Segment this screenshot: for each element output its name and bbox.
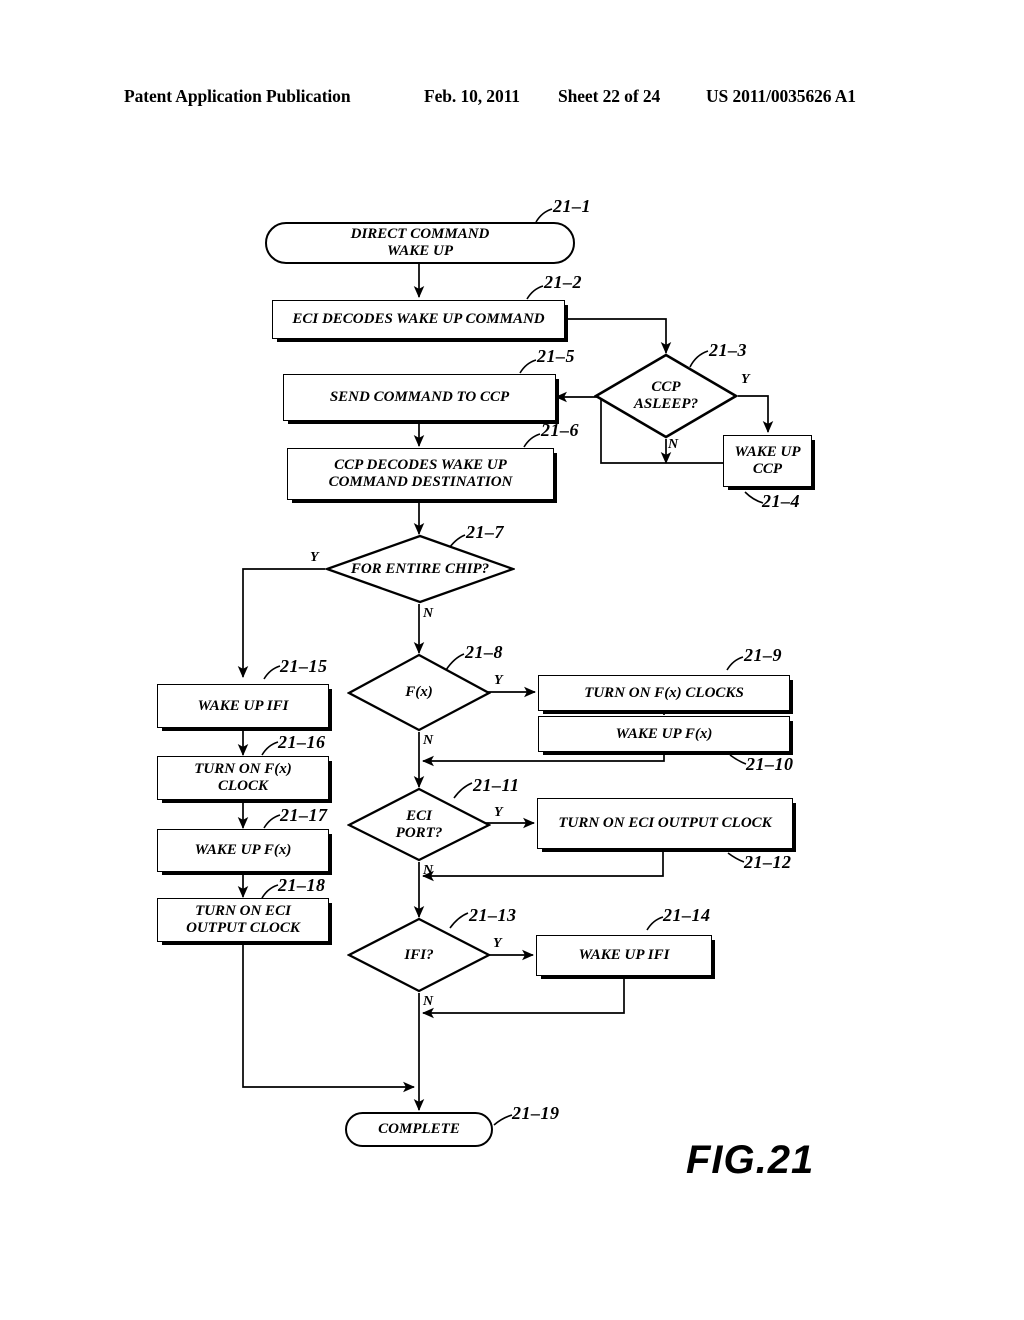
ref-callout-21-4: 21–4 bbox=[762, 491, 800, 511]
node-wake-up-ccp[interactable]: WAKE UP CCP bbox=[723, 435, 812, 487]
node-label: WAKE UP CCP bbox=[734, 444, 801, 477]
node-wake-up-ifi-right[interactable]: WAKE UP IFI bbox=[536, 935, 712, 976]
ref-callout-21-8: 21–8 bbox=[465, 642, 503, 662]
node-label: DIRECT COMMAND WAKE UP bbox=[350, 226, 490, 259]
node-label: WAKE UP F(x) bbox=[615, 725, 713, 742]
node-turn-on-eci-output-clock-right[interactable]: TURN ON ECI OUTPUT CLOCK bbox=[537, 798, 793, 849]
ref-callout-21-1: 21–1 bbox=[553, 196, 591, 216]
node-label: TURN ON F(x) CLOCKS bbox=[584, 684, 744, 701]
node-label: ECI DECODES WAKE UP COMMAND bbox=[292, 311, 545, 328]
node-for-entire-chip-decision[interactable]: FOR ENTIRE CHIP? bbox=[325, 534, 515, 604]
node-label: IFI? bbox=[404, 946, 434, 963]
node-wake-up-ifi-left[interactable]: WAKE UP IFI bbox=[157, 684, 329, 728]
node-eci-decodes-wake-up-command[interactable]: ECI DECODES WAKE UP COMMAND bbox=[272, 300, 565, 339]
node-ifi-decision[interactable]: IFI? bbox=[347, 917, 491, 993]
ref-callout-21-7: 21–7 bbox=[466, 522, 504, 542]
ref-callout-21-13: 21–13 bbox=[469, 905, 517, 925]
node-label: COMPLETE bbox=[378, 1121, 460, 1138]
node-direct-command-wake-up[interactable]: DIRECT COMMAND WAKE UP bbox=[265, 222, 575, 264]
ref-callout-21-5: 21–5 bbox=[537, 346, 575, 366]
node-eci-port-decision[interactable]: ECI PORT? bbox=[347, 787, 491, 862]
ref-callout-21-10: 21–10 bbox=[746, 754, 794, 774]
node-wake-up-fx-right[interactable]: WAKE UP F(x) bbox=[538, 716, 790, 752]
ref-callout-21-3: 21–3 bbox=[709, 340, 747, 360]
node-label: CCP ASLEEP? bbox=[633, 379, 699, 412]
branch-label-fx-no: N bbox=[423, 733, 434, 748]
node-label: WAKE UP IFI bbox=[197, 697, 289, 714]
ref-callout-21-15: 21–15 bbox=[280, 656, 328, 676]
node-complete[interactable]: COMPLETE bbox=[345, 1112, 493, 1147]
branch-label-ccp-asleep-yes: Y bbox=[741, 372, 750, 387]
node-turn-on-fx-clock-left[interactable]: TURN ON F(x) CLOCK bbox=[157, 756, 329, 800]
ref-callout-21-12: 21–12 bbox=[744, 852, 792, 872]
node-label: TURN ON ECI OUTPUT CLOCK bbox=[186, 903, 300, 936]
node-label: TURN ON F(x) CLOCK bbox=[194, 761, 292, 794]
node-ccp-decodes-wake-up-command-destination[interactable]: CCP DECODES WAKE UP COMMAND DESTINATION bbox=[287, 448, 554, 500]
ref-callout-21-2: 21–2 bbox=[544, 272, 582, 292]
node-send-command-to-ccp[interactable]: SEND COMMAND TO CCP bbox=[283, 374, 556, 421]
node-label: SEND COMMAND TO CCP bbox=[329, 389, 510, 406]
node-label: ECI PORT? bbox=[395, 807, 443, 841]
branch-label-ifi-yes: Y bbox=[493, 936, 502, 951]
node-turn-on-fx-clocks[interactable]: TURN ON F(x) CLOCKS bbox=[538, 675, 790, 711]
ref-callout-21-9: 21–9 bbox=[744, 645, 782, 665]
ref-callout-21-14: 21–14 bbox=[663, 905, 711, 925]
ref-callout-21-19: 21–19 bbox=[512, 1103, 560, 1123]
node-ccp-asleep-decision[interactable]: CCP ASLEEP? bbox=[594, 353, 738, 439]
node-label: F(x) bbox=[405, 684, 433, 701]
ref-callout-21-18: 21–18 bbox=[278, 875, 326, 895]
node-label: WAKE UP F(x) bbox=[194, 842, 292, 859]
node-wake-up-fx-left[interactable]: WAKE UP F(x) bbox=[157, 829, 329, 872]
node-label: FOR ENTIRE CHIP? bbox=[350, 560, 490, 577]
branch-label-ccp-asleep-no: N bbox=[668, 437, 679, 452]
node-label: TURN ON ECI OUTPUT CLOCK bbox=[558, 815, 772, 832]
figure-caption: FIG.21 bbox=[686, 1138, 815, 1182]
node-label: CCP DECODES WAKE UP COMMAND DESTINATION bbox=[328, 457, 513, 490]
ref-callout-21-6: 21–6 bbox=[541, 420, 579, 440]
branch-label-fx-yes: Y bbox=[494, 673, 503, 688]
node-label: WAKE UP IFI bbox=[578, 947, 670, 964]
ref-callout-21-16: 21–16 bbox=[278, 732, 326, 752]
node-fx-decision[interactable]: F(x) bbox=[347, 653, 491, 732]
node-turn-on-eci-output-clock-left[interactable]: TURN ON ECI OUTPUT CLOCK bbox=[157, 898, 329, 942]
flowchart-figure: DIRECT COMMAND WAKE UP 21–1 ECI DECODES … bbox=[0, 0, 1024, 1320]
branch-label-eci-port-no: N bbox=[423, 863, 434, 878]
branch-label-ifi-no: N bbox=[423, 994, 434, 1009]
ref-callout-21-17: 21–17 bbox=[280, 805, 328, 825]
branch-label-entire-chip-yes: Y bbox=[310, 550, 319, 565]
ref-callout-21-11: 21–11 bbox=[473, 775, 520, 795]
branch-label-entire-chip-no: N bbox=[423, 606, 434, 621]
branch-label-eci-port-yes: Y bbox=[494, 805, 503, 820]
